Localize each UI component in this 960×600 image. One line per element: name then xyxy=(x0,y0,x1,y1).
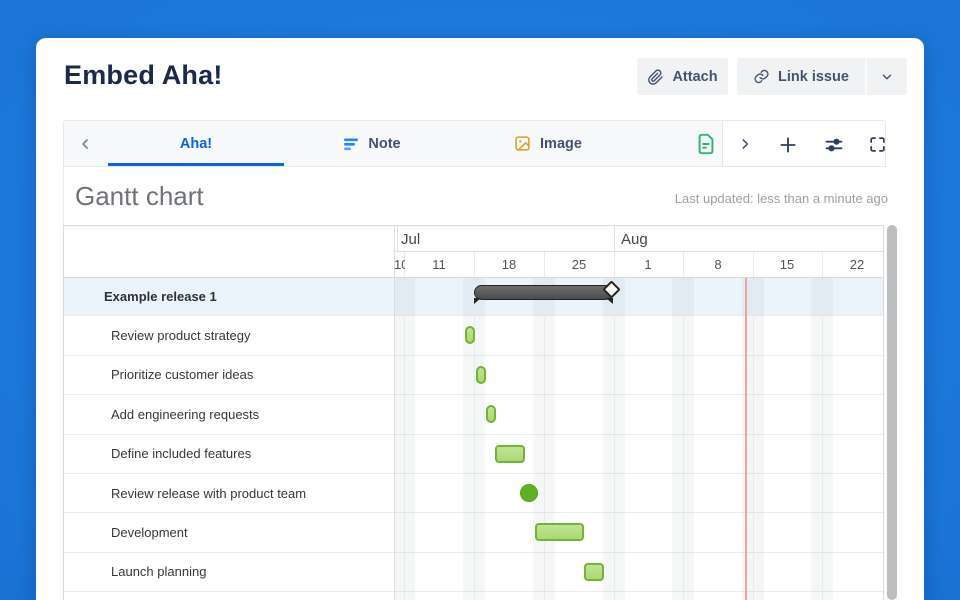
today-line xyxy=(745,277,747,600)
date-label: 22 xyxy=(849,257,865,272)
gantt-row-label: Development xyxy=(111,525,188,541)
month-boundary-line xyxy=(397,226,398,251)
gantt-table: Example release 1 Review product strategy… xyxy=(63,225,884,600)
task-bar[interactable] xyxy=(584,562,604,581)
names-column-border xyxy=(394,226,395,600)
month-boundary-line xyxy=(614,226,615,251)
week-gridline xyxy=(544,251,545,600)
gantt-row-label: Prioritize customer ideas xyxy=(111,367,254,383)
vertical-scrollbar-thumb[interactable] xyxy=(887,225,897,600)
embed-frame-border xyxy=(63,167,64,225)
task-bar[interactable] xyxy=(486,405,496,424)
month-label: Jul xyxy=(401,231,421,248)
tabs-back-button[interactable] xyxy=(69,127,103,161)
tab-aha[interactable]: Aha! xyxy=(108,121,284,166)
gantt-chart-title: Gantt chart xyxy=(75,181,204,211)
date-label: 11 xyxy=(432,257,446,272)
tabs-forward-button[interactable] xyxy=(728,127,762,161)
tab-image[interactable]: Image xyxy=(460,121,636,166)
chevron-down-icon xyxy=(880,70,894,84)
tab-note[interactable]: Note xyxy=(284,121,460,166)
gantt-row-label: Launch planning xyxy=(111,564,207,580)
date-label: 1 xyxy=(644,257,652,272)
gantt-row-label: Example release 1 xyxy=(104,288,217,304)
link-icon xyxy=(753,68,770,85)
chevron-left-icon xyxy=(79,137,93,151)
week-gridline xyxy=(404,251,405,600)
gantt-row-label: Define included features xyxy=(111,446,252,462)
date-label: 10 xyxy=(394,257,405,272)
task-bar[interactable] xyxy=(495,444,525,463)
date-label: 18 xyxy=(501,257,517,272)
last-updated-text: Last updated: less than a minute ago xyxy=(674,191,888,206)
gantt-row-label: Add engineering requests xyxy=(111,406,260,422)
gantt-chart-layer: JulAug10111825181522 xyxy=(394,226,883,600)
add-embed-button[interactable] xyxy=(770,128,806,161)
month-label: Aug xyxy=(621,231,648,248)
link-issue-dropdown-button[interactable] xyxy=(864,58,907,95)
header-bottom-border xyxy=(64,277,883,278)
paperclip-icon xyxy=(647,68,664,85)
tab-image-label: Image xyxy=(540,135,582,152)
tab-note-label: Note xyxy=(368,135,401,152)
milestone-circle[interactable] xyxy=(520,484,538,502)
issue-card: Embed Aha! Attach Link issue Aha! Note I… xyxy=(36,38,924,600)
page-title: Embed Aha! xyxy=(64,60,223,90)
task-bar[interactable] xyxy=(476,365,486,384)
week-gridline xyxy=(683,251,684,600)
date-label: 15 xyxy=(779,257,795,272)
attach-button-label: Attach xyxy=(672,68,718,85)
expand-icon xyxy=(868,135,887,154)
date-label: 25 xyxy=(571,257,587,272)
configure-button[interactable] xyxy=(816,128,852,161)
gantt-row-label: Review release with product team xyxy=(111,485,307,501)
week-gridline xyxy=(753,251,754,600)
week-gridline xyxy=(614,251,615,600)
image-icon xyxy=(514,135,531,152)
date-label: 8 xyxy=(714,257,722,272)
attach-button[interactable]: Attach xyxy=(637,58,728,95)
embed-tabbar: Aha! Note Image xyxy=(63,120,886,167)
date-label-clipped: 10 xyxy=(394,251,405,277)
link-issue-button-label: Link issue xyxy=(778,68,849,85)
tab-aha-label: Aha! xyxy=(179,135,213,152)
plus-icon xyxy=(778,135,798,155)
sliders-icon xyxy=(824,135,844,155)
task-bar[interactable] xyxy=(535,523,584,542)
tab-document-partial[interactable] xyxy=(695,133,717,155)
link-issue-button[interactable]: Link issue xyxy=(737,58,865,95)
green-document-icon xyxy=(695,133,717,155)
chevron-right-icon xyxy=(738,137,752,151)
link-issue-split-button: Link issue xyxy=(737,58,907,95)
week-gridline xyxy=(822,251,823,600)
task-bar[interactable] xyxy=(465,326,475,345)
note-lines-icon xyxy=(343,136,359,152)
fullscreen-button[interactable] xyxy=(859,128,895,161)
gantt-row-label: Review product strategy xyxy=(111,328,251,344)
release-bar[interactable] xyxy=(474,285,613,300)
